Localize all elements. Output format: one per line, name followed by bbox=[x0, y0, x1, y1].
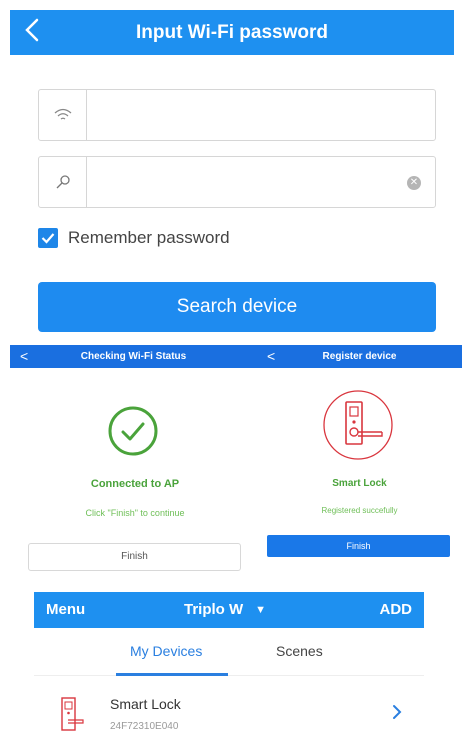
list-item[interactable]: Smart Lock 24F72310E040 bbox=[34, 684, 424, 746]
smart-lock-icon bbox=[56, 696, 84, 732]
tab-bar: My Devices Scenes bbox=[34, 628, 424, 676]
remember-password-label: Remember password bbox=[68, 228, 230, 247]
status-title: Checking Wi-Fi Status bbox=[80, 351, 187, 362]
menu-button[interactable]: Menu bbox=[46, 592, 85, 628]
smart-lock-icon bbox=[322, 389, 394, 461]
back-icon[interactable]: < bbox=[267, 345, 275, 368]
home-selector[interactable]: Triplo W ▼ bbox=[184, 592, 266, 628]
device-name: Smart Lock bbox=[110, 696, 181, 712]
check-circle-icon bbox=[107, 405, 159, 457]
caret-down-icon: ▼ bbox=[255, 604, 267, 616]
register-header: < Register device bbox=[257, 345, 462, 368]
status-header: < Checking Wi-Fi Status bbox=[10, 345, 257, 368]
registered-device-name: Smart Lock bbox=[332, 478, 387, 489]
connection-status: Connected to AP bbox=[90, 478, 180, 490]
finish-button[interactable]: Finish bbox=[267, 535, 450, 557]
tab-my-devices[interactable]: My Devices bbox=[130, 643, 202, 659]
wifi-icon bbox=[39, 90, 87, 140]
continue-hint: Click "Finish" to continue bbox=[85, 508, 185, 518]
device-id: 24F72310E040 bbox=[110, 721, 179, 732]
search-device-button[interactable]: Search device bbox=[38, 282, 436, 332]
register-message: Registered succefully bbox=[321, 506, 398, 515]
tab-scenes[interactable]: Scenes bbox=[276, 643, 323, 659]
ssid-input[interactable] bbox=[95, 104, 391, 126]
wifi-ssid-field[interactable] bbox=[38, 89, 436, 141]
remember-password-toggle[interactable]: Remember password bbox=[38, 226, 230, 250]
clear-icon[interactable]: ✕ bbox=[407, 176, 421, 190]
password-input[interactable] bbox=[95, 171, 391, 193]
home-name: Triplo W bbox=[184, 601, 244, 618]
active-tab-indicator bbox=[116, 673, 228, 676]
register-title: Register device bbox=[322, 351, 397, 362]
chevron-right-icon[interactable] bbox=[392, 704, 402, 725]
page-title: Input Wi-Fi password bbox=[136, 22, 328, 43]
add-button[interactable]: ADD bbox=[380, 592, 413, 628]
finish-button[interactable]: Finish bbox=[28, 543, 241, 571]
back-icon[interactable]: < bbox=[20, 345, 28, 368]
key-icon bbox=[39, 157, 87, 207]
checkbox-checked-icon[interactable] bbox=[38, 228, 58, 248]
wifi-password-field[interactable]: ✕ bbox=[38, 156, 436, 208]
wifi-header: Input Wi-Fi password bbox=[10, 10, 454, 55]
devices-header: Menu Triplo W ▼ ADD bbox=[34, 592, 424, 628]
